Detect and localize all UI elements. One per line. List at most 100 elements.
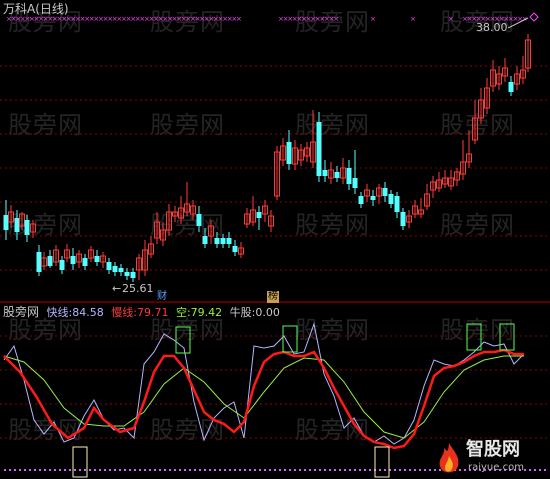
baseline-dot	[49, 469, 51, 471]
baseline-dot	[259, 469, 261, 471]
baseline-dot	[299, 469, 301, 471]
baseline-dot	[234, 469, 236, 471]
sell-signal-box	[175, 326, 191, 354]
baseline-dot	[274, 469, 276, 471]
baseline-dot	[329, 469, 331, 471]
signal-marker: ×	[333, 15, 339, 23]
candle-body	[346, 168, 352, 184]
baseline-dot	[14, 469, 16, 471]
baseline-dot	[174, 469, 176, 471]
candle-body	[370, 196, 376, 200]
candle-body	[358, 196, 364, 204]
candle-body	[196, 214, 202, 226]
baseline-dot	[209, 469, 211, 471]
baseline-dot	[29, 469, 31, 471]
baseline-dot	[379, 469, 381, 471]
candle-body	[382, 188, 388, 196]
baseline-dot	[319, 469, 321, 471]
candle-body	[112, 266, 118, 272]
baseline-dot	[189, 469, 191, 471]
fast-line	[3, 322, 525, 445]
baseline-dot	[19, 469, 21, 471]
baseline-dot	[64, 469, 66, 471]
baseline-dot	[264, 469, 266, 471]
baseline-dot	[364, 469, 366, 471]
baseline-dot	[74, 469, 76, 471]
baseline-dot	[134, 469, 136, 471]
baseline-dot	[424, 469, 426, 471]
sell-signal-box	[499, 323, 515, 351]
candle-body	[118, 268, 124, 272]
candle-body	[3, 215, 9, 230]
flame-icon	[439, 443, 459, 473]
candle-body	[352, 178, 358, 188]
candle-body	[124, 272, 130, 276]
candle-body	[59, 260, 65, 270]
baseline-dot	[179, 469, 181, 471]
baseline-dot	[94, 469, 96, 471]
baseline-dot	[279, 469, 281, 471]
diamond-marker	[529, 12, 539, 22]
baseline-dot	[204, 469, 206, 471]
baseline-dot	[124, 469, 126, 471]
baseline-dot	[169, 469, 171, 471]
baseline-dot	[59, 469, 61, 471]
signal-marker: ×	[370, 15, 376, 23]
indicator-header: 股旁网 快线:84.58 慢线:79.71 空:79.42 牛股:0.00	[3, 306, 280, 319]
empty-line-value: 79.42	[190, 306, 223, 319]
baseline-dot	[304, 469, 306, 471]
baseline-dot	[159, 469, 161, 471]
baseline-dot	[154, 469, 156, 471]
candle-body	[36, 252, 42, 272]
baseline-dot	[384, 469, 386, 471]
candle-body	[316, 122, 322, 176]
candle-body	[394, 196, 400, 212]
baseline-dot	[354, 469, 356, 471]
baseline-dot	[99, 469, 101, 471]
candle-body	[82, 258, 88, 266]
candle-body	[286, 142, 292, 164]
candle-body	[24, 220, 30, 235]
candle-body	[388, 194, 394, 204]
baseline-dot	[244, 469, 246, 471]
signal-marker: ×	[236, 15, 242, 23]
candle-body	[334, 172, 340, 178]
candle-body	[94, 256, 100, 262]
candle-body	[47, 256, 53, 266]
baseline-dot	[4, 469, 6, 471]
baseline-dot	[429, 469, 431, 471]
baseline-dot	[144, 469, 146, 471]
baseline-dot	[309, 469, 311, 471]
candle-body	[202, 236, 208, 244]
baseline-dot	[269, 469, 271, 471]
baseline-dot	[294, 469, 296, 471]
baseline-dot	[104, 469, 106, 471]
logo-name: 智股网	[466, 439, 520, 460]
buy-signal-box	[72, 446, 88, 478]
ranking-marker[interactable]: 榜	[267, 291, 279, 303]
baseline-dot	[399, 469, 401, 471]
baseline-dot	[349, 469, 351, 471]
fast-line-label: 快线:	[46, 306, 73, 319]
baseline-dot	[239, 469, 241, 471]
baseline-dot	[84, 469, 86, 471]
finance-marker[interactable]: 财	[156, 291, 168, 303]
baseline-dot	[119, 469, 121, 471]
baseline-dot	[284, 469, 286, 471]
candle-body	[400, 212, 406, 226]
baseline-dot	[199, 469, 201, 471]
baseline-dot	[69, 469, 71, 471]
baseline-dot	[369, 469, 371, 471]
baseline-dot	[324, 469, 326, 471]
baseline-dot	[224, 469, 226, 471]
baseline-dot	[54, 469, 56, 471]
chart-title: 万科A(日线)	[3, 2, 69, 16]
baseline-dot	[139, 469, 141, 471]
baseline-dot	[394, 469, 396, 471]
empty-line-label: 空:	[175, 306, 191, 319]
baseline-dot	[314, 469, 316, 471]
buy-signal-box	[374, 446, 390, 478]
baseline-dot	[229, 469, 231, 471]
baseline-dot	[149, 469, 151, 471]
baseline-dot	[219, 469, 221, 471]
